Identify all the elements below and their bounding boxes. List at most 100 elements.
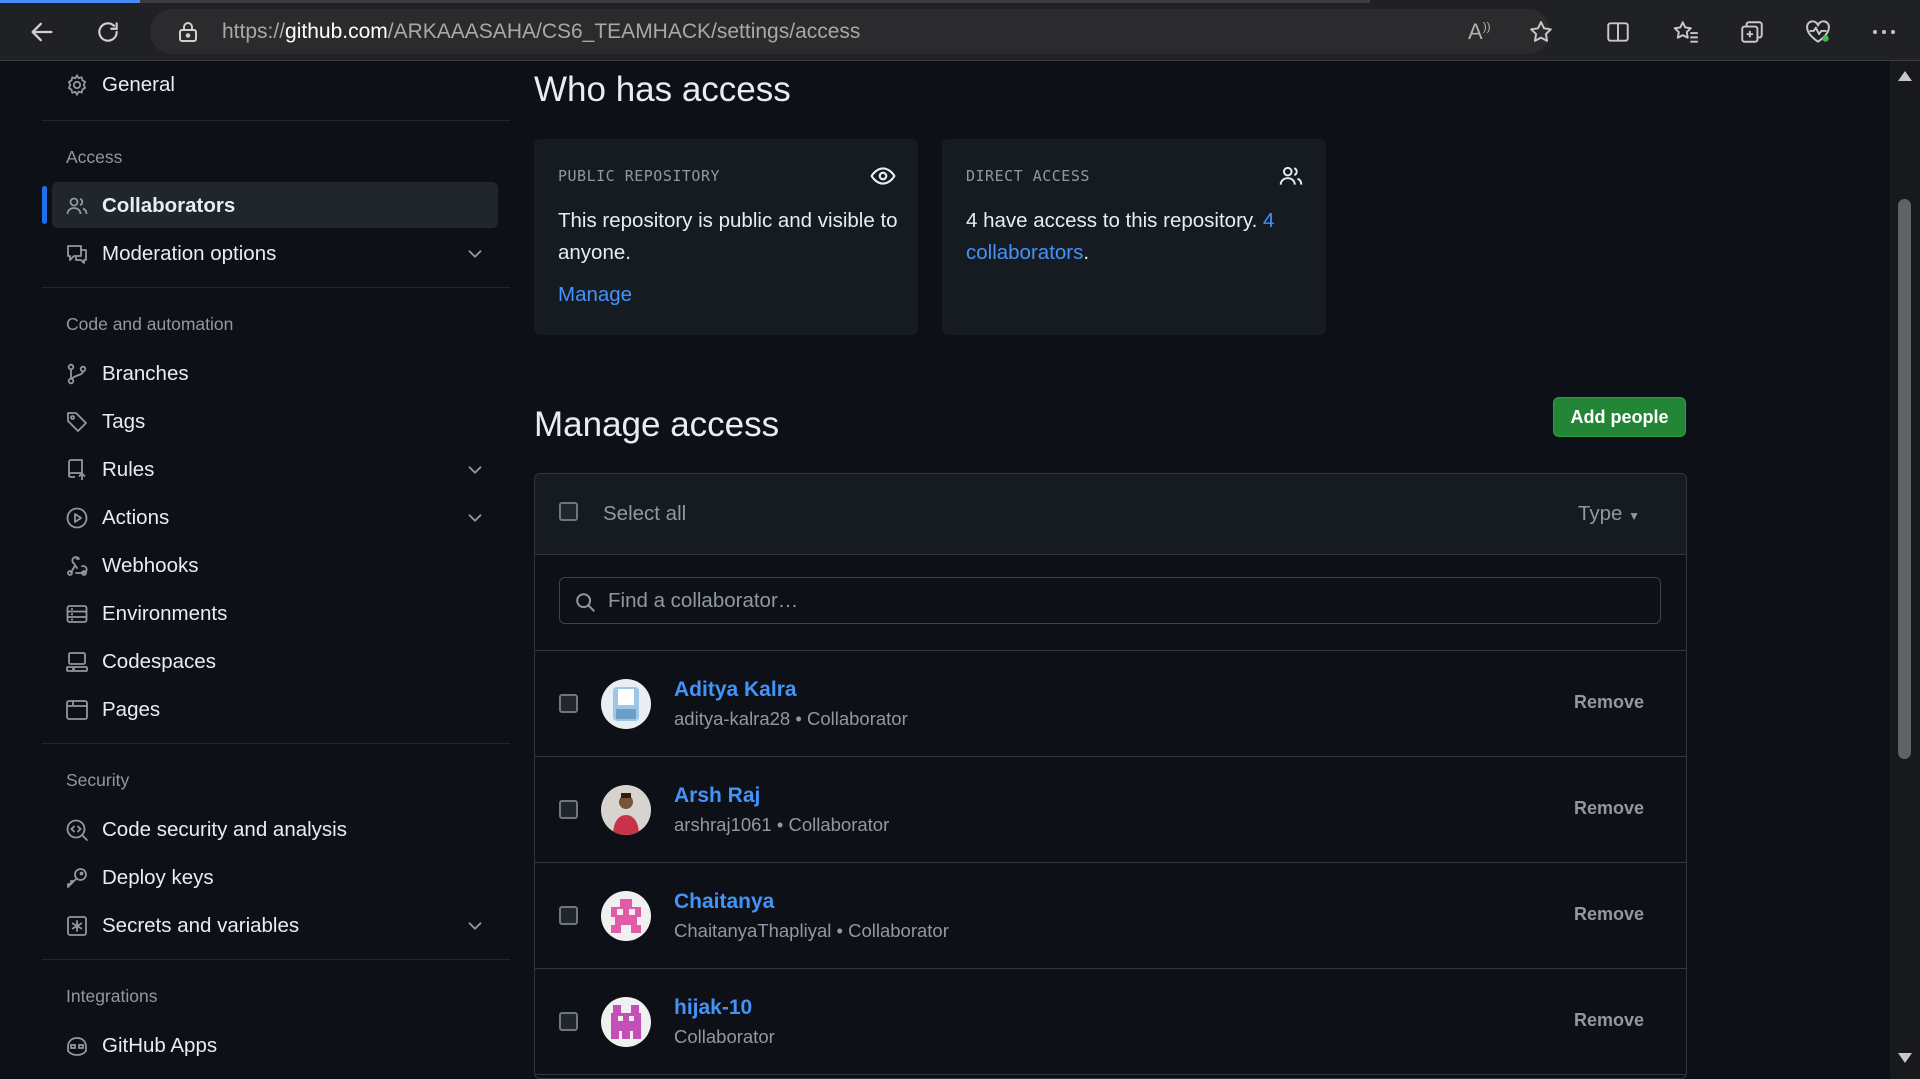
sidebar-item-label: Deploy keys bbox=[102, 866, 214, 889]
lock-icon bbox=[178, 21, 198, 48]
browser-essentials-icon[interactable] bbox=[1800, 14, 1836, 50]
comment-discussion-icon bbox=[65, 242, 89, 266]
address-bar[interactable]: https://github.com/ARKAAASAHA/CS6_TEAMHA… bbox=[150, 9, 1552, 54]
more-options-icon[interactable] bbox=[1866, 14, 1902, 50]
avatar[interactable] bbox=[601, 785, 651, 835]
sidebar-heading-integrations: Integrations bbox=[66, 986, 158, 1006]
sidebar-item-code-security[interactable]: Code security and analysis bbox=[52, 806, 498, 852]
collaborator-detail: arshraj1061 • Collaborator bbox=[674, 814, 890, 835]
key-icon bbox=[65, 866, 89, 890]
sidebar-item-collaborators[interactable]: Collaborators bbox=[52, 182, 498, 228]
row-checkbox[interactable] bbox=[559, 906, 578, 925]
collaborator-row: hijak-10 Collaborator Remove bbox=[535, 969, 1686, 1075]
repo-push-icon bbox=[65, 458, 89, 482]
collaborator-row: Aditya Kalra aditya-kalra28 • Collaborat… bbox=[535, 651, 1686, 757]
scrollbar-thumb[interactable] bbox=[1898, 199, 1911, 759]
sidebar-item-pages[interactable]: Pages bbox=[52, 686, 498, 732]
codespaces-icon bbox=[65, 650, 89, 674]
search-icon bbox=[574, 591, 596, 613]
public-repository-card: PUBLIC REPOSITORY This repository is pub… bbox=[534, 139, 918, 335]
sidebar-item-branches[interactable]: Branches bbox=[52, 350, 498, 396]
sidebar-item-environments[interactable]: Environments bbox=[52, 590, 498, 636]
remove-button[interactable]: Remove bbox=[1574, 692, 1644, 713]
remove-button[interactable]: Remove bbox=[1574, 798, 1644, 819]
sidebar-divider bbox=[42, 287, 510, 288]
collaborator-name-link[interactable]: hijak-10 bbox=[674, 996, 752, 1020]
find-collaborator-input[interactable] bbox=[608, 586, 1608, 616]
collaborator-name-link[interactable]: Chaitanya bbox=[674, 890, 774, 914]
card-text: 4 have access to this repository. 4 coll… bbox=[966, 209, 1275, 264]
collaborator-row: Chaitanya ChaitanyaThapliyal • Collabora… bbox=[535, 863, 1686, 969]
sidebar-item-secrets[interactable]: Secrets and variables bbox=[52, 902, 498, 948]
select-all-checkbox[interactable] bbox=[559, 502, 578, 521]
card-text: This repository is public and visible to… bbox=[558, 209, 898, 264]
list-header: Select all Type ▼ bbox=[535, 474, 1686, 555]
sidebar-heading-access: Access bbox=[66, 147, 123, 167]
select-all-label: Select all bbox=[603, 502, 687, 525]
search-row bbox=[535, 555, 1686, 651]
remove-button[interactable]: Remove bbox=[1574, 904, 1644, 925]
sidebar-item-label: Codespaces bbox=[102, 650, 216, 673]
server-icon bbox=[65, 602, 89, 626]
sidebar-item-label: Tags bbox=[102, 410, 146, 433]
row-checkbox[interactable] bbox=[559, 694, 578, 713]
collaborator-detail: Collaborator bbox=[674, 1026, 775, 1047]
sidebar-item-label: Branches bbox=[102, 362, 189, 385]
browser-window-icon bbox=[65, 698, 89, 722]
gear-icon bbox=[65, 73, 89, 97]
copilot-icon bbox=[65, 1034, 89, 1058]
page-scrollbar[interactable] bbox=[1890, 61, 1920, 1079]
row-checkbox[interactable] bbox=[559, 800, 578, 819]
avatar[interactable] bbox=[601, 997, 651, 1047]
sidebar-item-actions[interactable]: Actions bbox=[52, 494, 498, 540]
sidebar-item-github-apps[interactable]: GitHub Apps bbox=[52, 1022, 498, 1068]
scroll-down-arrow-icon[interactable] bbox=[1897, 1051, 1913, 1069]
collaborator-detail: ChaitanyaThapliyal • Collaborator bbox=[674, 920, 949, 941]
type-filter-dropdown[interactable]: Type ▼ bbox=[1578, 502, 1640, 526]
back-button[interactable] bbox=[22, 12, 62, 52]
arrow-left-icon bbox=[31, 22, 53, 42]
row-checkbox[interactable] bbox=[559, 1012, 578, 1031]
eye-icon bbox=[870, 163, 896, 189]
asterisk-box-icon bbox=[65, 914, 89, 938]
chevron-down-icon bbox=[464, 915, 486, 937]
collections-icon[interactable] bbox=[1734, 14, 1770, 50]
collaborator-name-link[interactable]: Aditya Kalra bbox=[674, 678, 797, 702]
git-branch-icon bbox=[65, 362, 89, 386]
search-box bbox=[559, 577, 1661, 624]
sidebar-item-general[interactable]: General bbox=[52, 61, 498, 107]
refresh-button[interactable] bbox=[88, 12, 128, 52]
sidebar-item-deploy-keys[interactable]: Deploy keys bbox=[52, 854, 498, 900]
sidebar-item-label: Moderation options bbox=[102, 242, 277, 265]
sidebar-item-label: Webhooks bbox=[102, 554, 199, 577]
remove-button[interactable]: Remove bbox=[1574, 1010, 1644, 1031]
people-icon bbox=[65, 194, 89, 218]
collaborator-detail: aditya-kalra28 • Collaborator bbox=[674, 708, 908, 729]
avatar[interactable] bbox=[601, 891, 651, 941]
sidebar-item-tags[interactable]: Tags bbox=[52, 398, 498, 444]
read-aloud-icon[interactable]: A)) bbox=[1468, 19, 1491, 45]
add-people-button[interactable]: Add people bbox=[1553, 397, 1686, 437]
favorite-star-icon[interactable] bbox=[1528, 19, 1554, 50]
tag-icon bbox=[65, 410, 89, 434]
split-screen-icon[interactable] bbox=[1600, 14, 1636, 50]
card-caption: PUBLIC REPOSITORY bbox=[558, 167, 721, 185]
collaborator-name-link[interactable]: Arsh Raj bbox=[674, 784, 760, 808]
scroll-up-arrow-icon[interactable] bbox=[1897, 69, 1913, 87]
sidebar-item-moderation[interactable]: Moderation options bbox=[52, 230, 498, 276]
sidebar-item-label: Rules bbox=[102, 458, 155, 481]
sidebar-item-codespaces[interactable]: Codespaces bbox=[52, 638, 498, 684]
caret-down-icon: ▼ bbox=[1628, 509, 1640, 523]
direct-access-card: DIRECT ACCESS 4 have access to this repo… bbox=[942, 139, 1326, 335]
manage-visibility-link[interactable]: Manage bbox=[558, 283, 632, 307]
sidebar-item-rules[interactable]: Rules bbox=[52, 446, 498, 492]
sidebar-item-label: Collaborators bbox=[102, 194, 236, 217]
sidebar-divider bbox=[42, 120, 510, 121]
avatar[interactable] bbox=[601, 679, 651, 729]
url-text: https://github.com/ARKAAASAHA/CS6_TEAMHA… bbox=[222, 20, 861, 43]
favorites-icon[interactable] bbox=[1668, 14, 1704, 50]
sidebar-item-webhooks[interactable]: Webhooks bbox=[52, 542, 498, 588]
browser-toolbar: https://github.com/ARKAAASAHA/CS6_TEAMHA… bbox=[0, 0, 1920, 61]
chevron-down-icon bbox=[464, 459, 486, 481]
sidebar-heading-security: Security bbox=[66, 770, 130, 790]
